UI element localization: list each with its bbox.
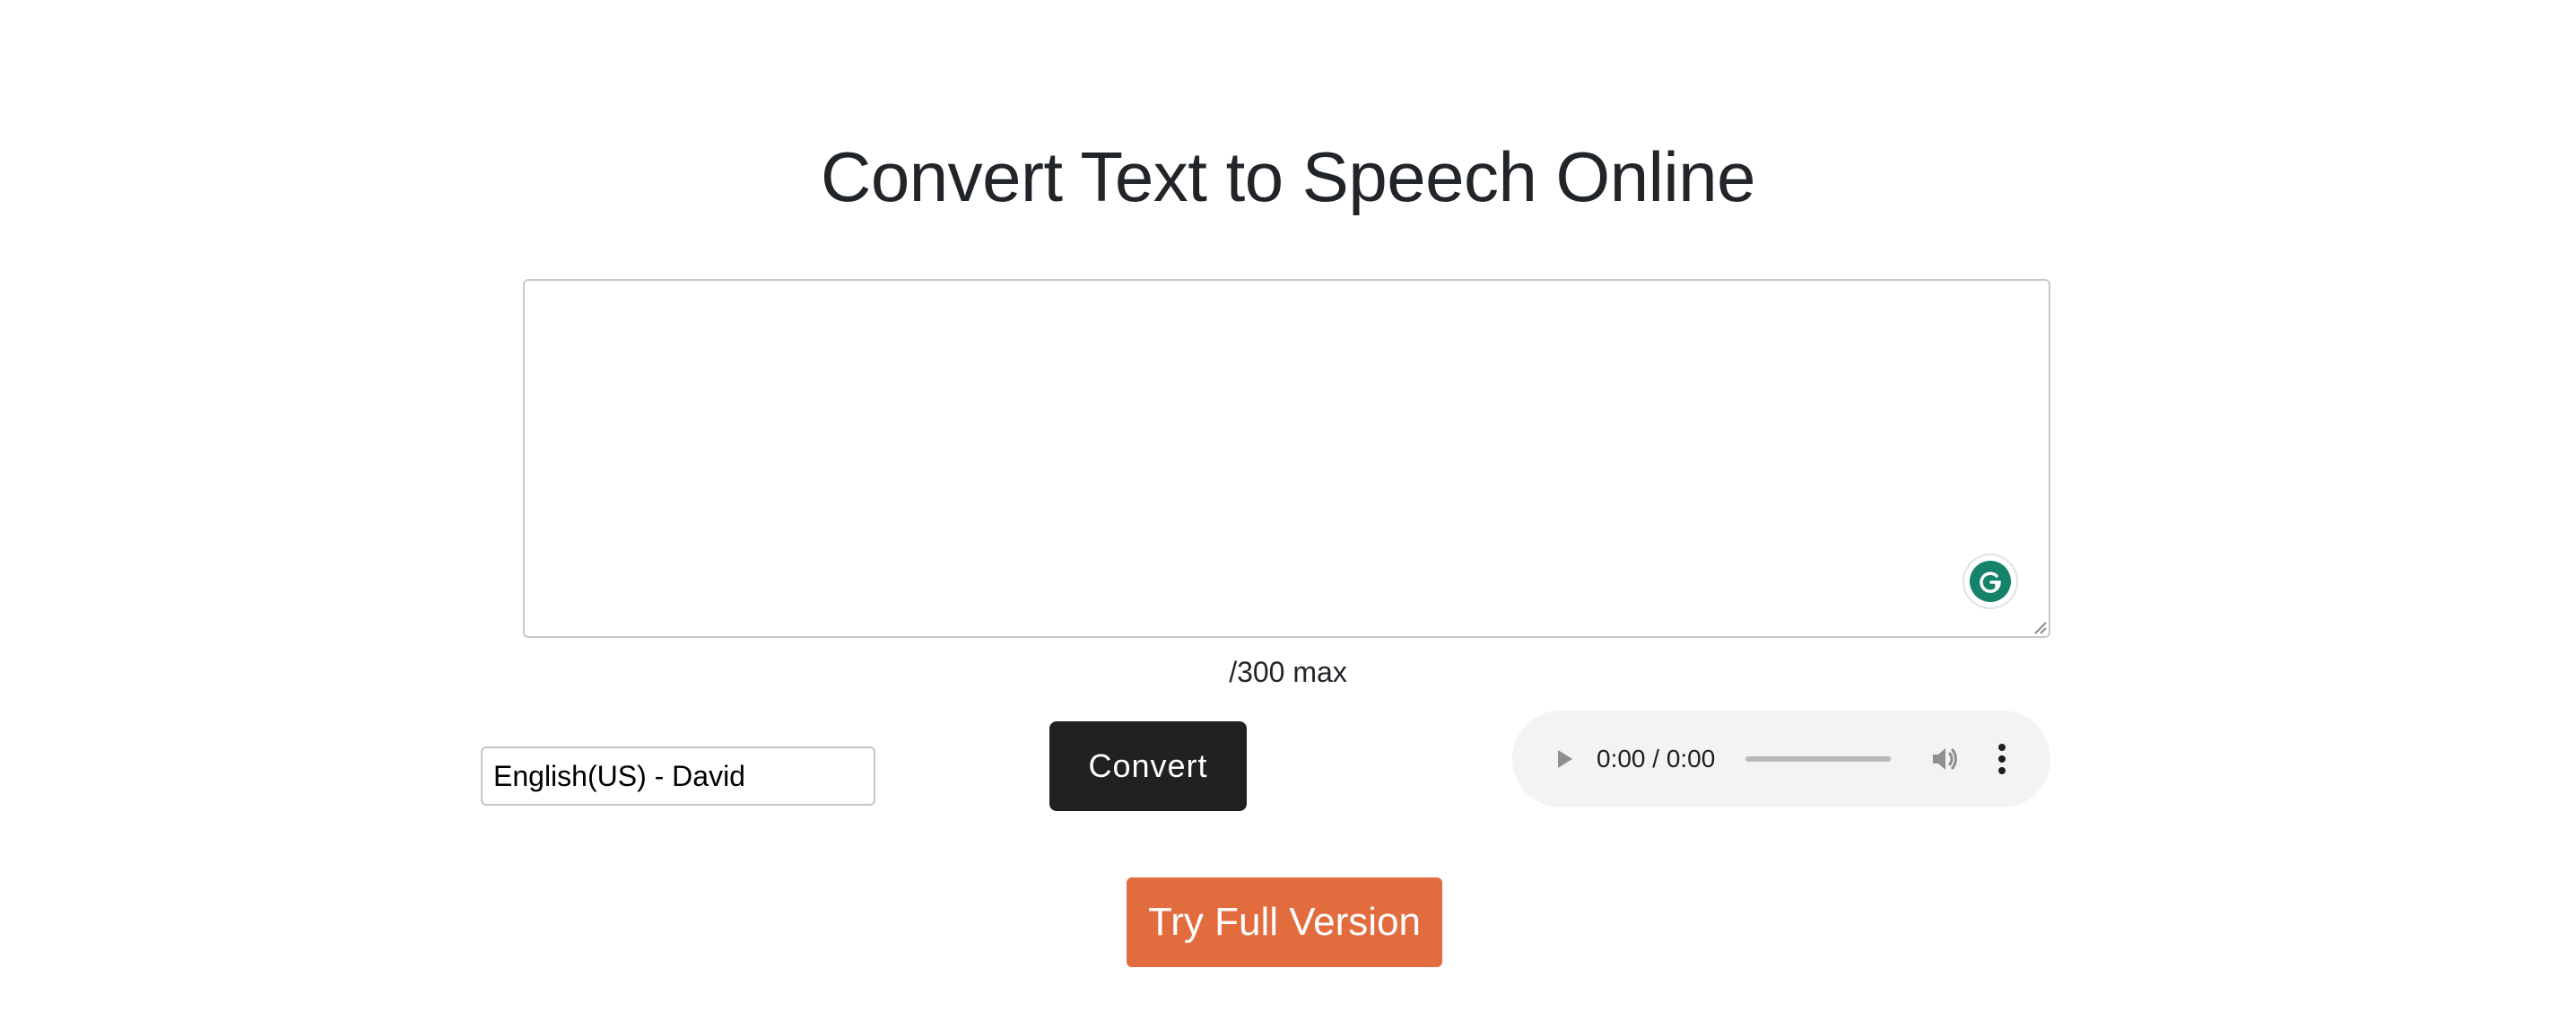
audio-player: 0:00 / 0:00: [1512, 711, 2050, 807]
grammarly-g-icon: [1980, 571, 2001, 593]
grammarly-icon[interactable]: [1964, 555, 2016, 607]
character-counter: /300 max: [1229, 656, 1347, 688]
convert-button[interactable]: Convert: [1049, 721, 1247, 811]
play-icon[interactable]: [1550, 745, 1579, 773]
volume-icon[interactable]: [1928, 743, 1961, 775]
audio-time-display: 0:00 / 0:00: [1597, 745, 1716, 772]
resize-handle-icon[interactable]: [2031, 618, 2047, 634]
try-full-version-button[interactable]: Try Full Version: [1127, 877, 1442, 967]
voice-select[interactable]: English(US) - David: [481, 746, 875, 806]
text-input[interactable]: [523, 279, 2050, 638]
page-title: Convert Text to Speech Online: [820, 137, 1756, 216]
page: Convert Text to Speech Online /300 max E…: [0, 0, 2576, 1012]
more-options-icon[interactable]: [1995, 741, 2009, 777]
grammarly-badge-inner: [1970, 561, 2011, 602]
audio-progress-bar[interactable]: [1745, 756, 1891, 762]
text-input-container: [523, 279, 2050, 638]
